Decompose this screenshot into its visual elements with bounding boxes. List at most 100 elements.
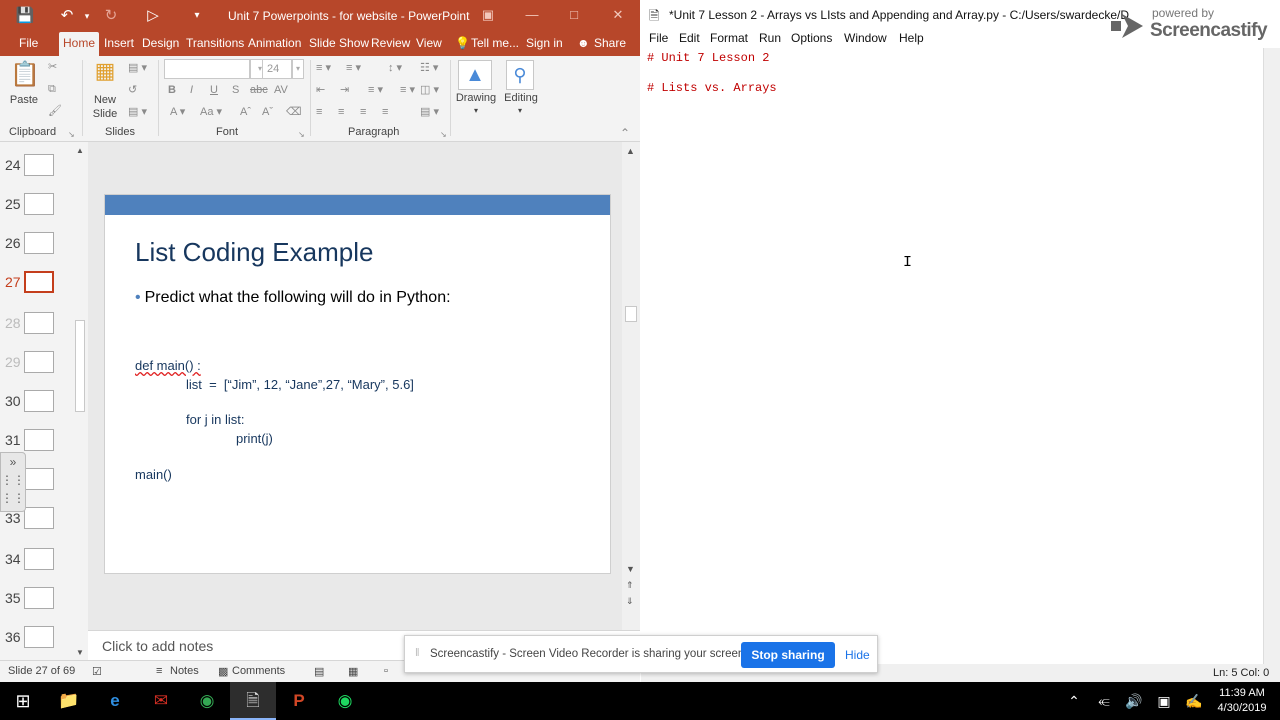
scroll-up-icon[interactable]: ▲ — [76, 146, 84, 155]
redo-icon[interactable]: ↻ — [100, 6, 122, 26]
slide-thumbnail[interactable]: 24 — [0, 154, 70, 184]
drag-handle-icon[interactable]: ‖ — [415, 647, 420, 659]
share-button[interactable]: Share — [594, 32, 626, 56]
bullets-icon[interactable]: ≡ ▾ — [316, 61, 331, 75]
scrollbar-thumb[interactable] — [625, 306, 637, 322]
notes-button[interactable]: Notes — [170, 665, 199, 677]
font-size-dropdown-icon[interactable]: ▾ — [292, 59, 304, 79]
customize-qat-icon[interactable]: ▾ — [186, 6, 208, 26]
decrease-font-icon[interactable]: Aˇ — [262, 105, 273, 119]
increase-font-icon[interactable]: Aˆ — [240, 105, 251, 119]
normal-view-icon[interactable]: ▤ — [314, 665, 324, 678]
maximize-icon[interactable]: □ — [566, 7, 582, 23]
spellcheck-icon[interactable]: ☑ — [92, 665, 102, 678]
slide-thumbnail[interactable]: 30 — [0, 390, 70, 420]
thumbnail-scrollbar[interactable]: ▲ ▼ — [72, 142, 88, 660]
underline-icon[interactable]: U — [210, 83, 218, 97]
scroll-down-icon[interactable]: ▼ — [76, 648, 84, 657]
code-line[interactable]: print(j) — [236, 431, 273, 446]
next-slide-icon[interactable]: ⇓ — [626, 596, 634, 607]
italic-icon[interactable]: I — [190, 83, 193, 97]
code-line[interactable]: list = [“Jim”, 12, “Jane”,27, “Mary”, 5.… — [186, 377, 414, 392]
comments-button[interactable]: Comments — [232, 665, 285, 677]
menu-file[interactable]: File — [649, 31, 668, 45]
edge-browser-icon[interactable]: e — [92, 682, 138, 720]
shadow-icon[interactable]: S — [232, 83, 239, 97]
new-slide-label-2[interactable]: Slide — [86, 108, 124, 120]
spotify-icon[interactable]: ◉ — [322, 682, 368, 720]
scroll-up-icon[interactable]: ▲ — [626, 146, 635, 156]
file-explorer-icon[interactable]: 📁 — [46, 682, 92, 720]
minimize-icon[interactable]: — — [524, 7, 540, 23]
numbering-icon[interactable]: ≡ ▾ — [346, 61, 361, 75]
idle-scrollbar[interactable] — [1263, 48, 1280, 664]
paragraph-launcher-icon[interactable]: ↘ — [440, 128, 447, 142]
editing-dropdown-icon[interactable]: ▾ — [512, 106, 528, 115]
ribbon-display-options-icon[interactable]: ▣ — [480, 7, 496, 23]
network-icon[interactable]: ⥺ — [1090, 682, 1118, 720]
tell-me-search[interactable]: Tell me... — [471, 32, 519, 56]
align-center-icon[interactable]: ≡ — [338, 105, 344, 119]
reading-view-icon[interactable]: ▫ — [384, 665, 388, 677]
system-clock[interactable]: 11:39 AM 4/30/2019 — [1212, 686, 1272, 716]
reset-icon[interactable]: ↺ — [128, 83, 137, 97]
undo-dropdown-icon[interactable]: ▾ — [76, 6, 98, 26]
paste-label[interactable]: Paste — [6, 94, 42, 106]
drawing-icon[interactable]: ▲ — [458, 60, 492, 90]
decrease-indent-icon[interactable]: ⇤ — [316, 83, 325, 97]
font-name-box[interactable] — [164, 59, 250, 79]
python-idle-icon[interactable]: 🗎 — [230, 682, 276, 720]
align-left-icon[interactable]: ≡ — [316, 105, 322, 119]
gmail-icon[interactable]: ✉ — [138, 682, 184, 720]
scrollbar-thumb[interactable] — [75, 320, 85, 412]
slide-thumbnail[interactable]: 36 — [0, 626, 70, 656]
save-icon[interactable]: 💾 — [14, 6, 36, 26]
powerpoint-icon[interactable]: P — [276, 682, 322, 720]
increase-indent-icon[interactable]: ⇥ — [340, 83, 349, 97]
drawing-dropdown-icon[interactable]: ▾ — [468, 106, 484, 115]
menu-help[interactable]: Help — [899, 31, 924, 45]
font-color-icon[interactable]: A ▾ — [170, 105, 185, 119]
tab-slide-show[interactable]: Slide Show — [309, 32, 369, 56]
columns-icon[interactable]: ☷ ▾ — [420, 61, 438, 75]
slide-thumbnail[interactable]: 28 — [0, 312, 70, 342]
layout-icon[interactable]: ▤ ▾ — [128, 61, 147, 75]
strikethrough-icon[interactable]: abc — [250, 83, 268, 97]
copy-icon[interactable]: ⧉ — [48, 82, 56, 96]
slide-thumbnail[interactable]: 35 — [0, 587, 70, 617]
slide-thumbnail[interactable]: 34 — [0, 548, 70, 578]
start-windows-icon[interactable]: ⊞ — [0, 682, 46, 720]
clear-formatting-icon[interactable]: ⌫ — [286, 105, 302, 119]
pen-icon[interactable]: ✍ — [1180, 682, 1208, 720]
tab-file[interactable]: File — [19, 32, 38, 56]
slide-title[interactable]: List Coding Example — [135, 237, 373, 268]
align-right-icon[interactable]: ≡ — [360, 105, 366, 119]
justify-icon[interactable]: ≡ — [382, 105, 388, 119]
code-line[interactable]: for j in list: — [186, 412, 245, 427]
new-slide-icon[interactable]: ▦ — [88, 58, 122, 88]
tab-animation[interactable]: Animation — [248, 32, 301, 56]
code-line[interactable]: main() — [135, 467, 172, 482]
slide-thumbnail[interactable]: 29 — [0, 351, 70, 381]
slide-thumbnail[interactable]: 25 — [0, 193, 70, 223]
volume-icon[interactable]: 🔊 — [1120, 682, 1148, 720]
smartart-icon[interactable]: ◫ ▾ — [420, 83, 439, 97]
scroll-down-icon[interactable]: ▼ — [626, 564, 635, 574]
start-from-beginning-icon[interactable]: ▷ — [142, 6, 164, 26]
hide-button[interactable]: Hide — [845, 648, 870, 662]
font-size-box[interactable]: 24 — [262, 59, 292, 79]
tab-transitions[interactable]: Transitions — [186, 32, 244, 56]
cut-icon[interactable]: ✂ — [48, 60, 57, 74]
align-text-icon[interactable]: ≡ ▾ — [400, 83, 415, 97]
editing-icon[interactable]: ⚲ — [506, 60, 534, 90]
editor-scrollbar[interactable]: ▲ ▼ ⇑ ⇓ — [622, 142, 640, 630]
menu-window[interactable]: Window — [844, 31, 887, 45]
slide-bullet[interactable]: • Predict what the following will do in P… — [135, 289, 451, 307]
previous-slide-icon[interactable]: ⇑ — [626, 580, 634, 591]
tab-review[interactable]: Review — [371, 32, 410, 56]
slide-thumbnail-selected[interactable]: 27 — [0, 271, 70, 301]
bold-icon[interactable]: B — [168, 83, 176, 97]
section-icon[interactable]: ▤ ▾ — [128, 105, 147, 119]
menu-edit[interactable]: Edit — [679, 31, 700, 45]
expand-icon[interactable]: » — [1, 453, 25, 471]
